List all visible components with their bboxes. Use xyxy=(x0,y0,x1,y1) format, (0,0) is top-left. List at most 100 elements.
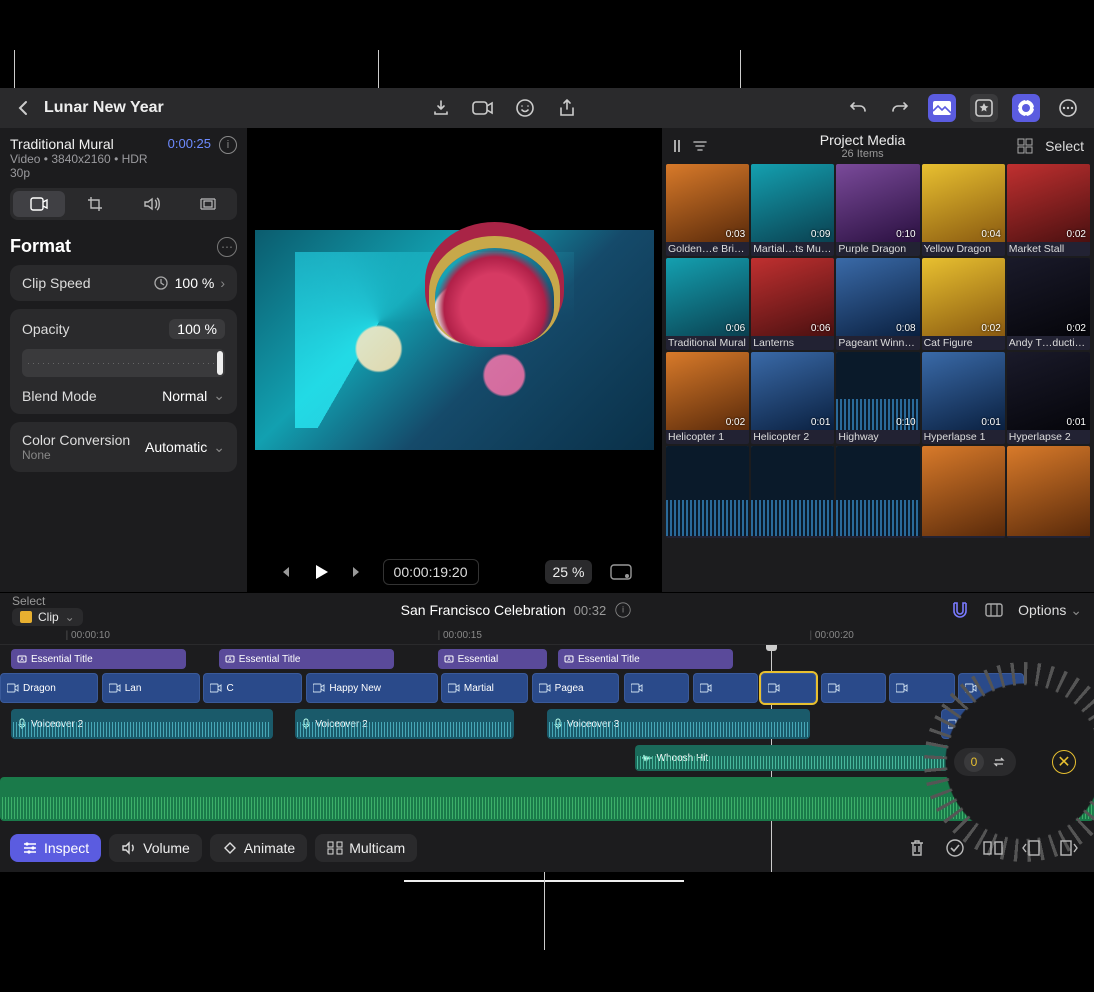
tab-crop[interactable] xyxy=(69,191,121,217)
prev-frame-button[interactable] xyxy=(277,564,293,580)
voiceover-icon[interactable] xyxy=(511,94,539,122)
jog-close-button[interactable]: ✕ xyxy=(1052,750,1076,774)
magnetic-icon[interactable] xyxy=(950,601,970,619)
chevron-right-icon: › xyxy=(220,275,225,291)
jog-toggle-icon[interactable] xyxy=(1012,94,1040,122)
snapping-icon[interactable] xyxy=(984,602,1004,618)
view-options-icon[interactable] xyxy=(610,564,632,580)
effects-icon[interactable] xyxy=(970,94,998,122)
timeline-clip[interactable]: Pagea xyxy=(532,673,620,703)
callout-line xyxy=(14,50,15,92)
more-icon[interactable] xyxy=(1054,94,1082,122)
media-thumbnail[interactable] xyxy=(1007,446,1090,538)
camera-icon[interactable] xyxy=(469,94,497,122)
thumb-duration: 0:02 xyxy=(981,323,1000,334)
viewer-canvas[interactable] xyxy=(255,136,654,544)
app-frame: Lunar New Year Traditional Mural Video •… xyxy=(0,88,1094,872)
ruler-tick: | 00:00:15 xyxy=(438,630,482,641)
opacity-value[interactable]: 100 % xyxy=(177,321,217,337)
media-thumbnail[interactable]: 0:01Helicopter 2 xyxy=(751,352,834,444)
timeline-clip[interactable]: C xyxy=(203,673,301,703)
media-thumbnail[interactable]: 0:04Yellow Dragon xyxy=(922,164,1005,256)
thumb-duration: 0:08 xyxy=(896,323,915,334)
media-thumbnail[interactable]: 0:09Martial…ts Mural xyxy=(751,164,834,256)
timeline-clip[interactable]: AEssential Title xyxy=(558,649,733,669)
thumb-caption: Market Stall xyxy=(1007,242,1090,256)
options-button[interactable]: Options ⌄ xyxy=(1018,602,1082,619)
media-thumbnail[interactable]: 0:01Hyperlapse 1 xyxy=(922,352,1005,444)
inspect-button[interactable]: Inspect xyxy=(10,834,101,862)
next-frame-button[interactable] xyxy=(349,564,365,580)
selection-chip[interactable]: Clip ⌄ xyxy=(12,608,83,626)
trim-end-icon[interactable] xyxy=(1054,833,1084,863)
media-thumbnail[interactable]: 0:02Helicopter 1 xyxy=(666,352,749,444)
browser-toggle-icon[interactable] xyxy=(928,94,956,122)
play-button[interactable] xyxy=(311,562,331,582)
media-thumbnail[interactable]: 0:03Golden…e Bridge xyxy=(666,164,749,256)
timeline-clip[interactable] xyxy=(693,673,759,703)
thumb-duration: 0:01 xyxy=(981,417,1000,428)
select-button[interactable]: Select xyxy=(1045,138,1084,154)
thumb-caption: Pageant Winners xyxy=(836,336,919,350)
media-thumbnail[interactable]: 0:10Highway xyxy=(836,352,919,444)
grid-view-icon[interactable] xyxy=(1017,138,1033,154)
media-thumbnail[interactable]: 0:10Purple Dragon xyxy=(836,164,919,256)
trim-start-icon[interactable] xyxy=(1016,833,1046,863)
thumb-duration: 0:02 xyxy=(1067,323,1086,334)
timeline-clip[interactable]: Happy New xyxy=(306,673,437,703)
import-icon[interactable] xyxy=(427,94,455,122)
timeline-clip[interactable]: AEssential Title xyxy=(219,649,394,669)
timeline-clip[interactable] xyxy=(624,673,690,703)
panel-more-icon[interactable]: ⋯ xyxy=(217,237,237,257)
media-thumbnail[interactable]: 0:02Andy T…ductions xyxy=(1007,258,1090,350)
thumb-duration: 0:06 xyxy=(811,323,830,334)
animate-button[interactable]: Animate xyxy=(210,834,307,862)
opacity-slider[interactable] xyxy=(22,349,225,377)
redo-icon[interactable] xyxy=(886,94,914,122)
media-thumbnail[interactable]: 0:01Hyperlapse 2 xyxy=(1007,352,1090,444)
inspect-label: Inspect xyxy=(44,840,89,856)
info-icon[interactable]: i xyxy=(616,602,631,617)
swap-icon xyxy=(992,755,1006,769)
filmstrip-toggle-icon[interactable] xyxy=(672,139,682,153)
tab-info[interactable] xyxy=(182,191,234,217)
timeline-clip[interactable] xyxy=(821,673,887,703)
media-thumbnail[interactable]: 0:06Traditional Mural xyxy=(666,258,749,350)
multicam-button[interactable]: Multicam xyxy=(315,834,417,862)
filter-icon[interactable] xyxy=(692,139,708,153)
volume-button[interactable]: Volume xyxy=(109,834,202,862)
timeline-clip[interactable]: AEssential Title xyxy=(11,649,186,669)
split-icon[interactable] xyxy=(978,833,1008,863)
browser-panel: Project Media 26 Items Select 0:03Golden… xyxy=(662,128,1094,592)
keyframe-icon xyxy=(222,841,238,855)
color-sub: None xyxy=(22,448,130,462)
media-thumbnail[interactable] xyxy=(836,446,919,538)
timeline-clip[interactable]: AEssential xyxy=(438,649,547,669)
media-thumbnail[interactable] xyxy=(751,446,834,538)
back-button[interactable] xyxy=(12,97,34,119)
media-thumbnail[interactable]: 0:02Market Stall xyxy=(1007,164,1090,256)
tab-video[interactable] xyxy=(13,191,65,217)
timeline-clip[interactable] xyxy=(761,673,816,703)
enable-icon[interactable] xyxy=(940,833,970,863)
blend-value[interactable]: Normal xyxy=(162,388,207,404)
share-icon[interactable] xyxy=(553,94,581,122)
timeline-clip[interactable]: Martial xyxy=(441,673,529,703)
tab-audio[interactable] xyxy=(126,191,178,217)
info-icon[interactable]: i xyxy=(219,136,237,154)
media-thumbnail[interactable]: 0:06Lanterns xyxy=(751,258,834,350)
zoom-value[interactable]: 25 % xyxy=(545,560,593,584)
timecode-display[interactable]: 00:00:19:20 xyxy=(383,559,479,585)
timeline-clip[interactable]: Lan xyxy=(102,673,200,703)
delete-icon[interactable] xyxy=(902,833,932,863)
timeline-ruler[interactable]: | 00:00:10| 00:00:15| 00:00:20 xyxy=(0,627,1094,645)
media-thumbnail[interactable]: 0:02Cat Figure xyxy=(922,258,1005,350)
clip-speed-row[interactable]: Clip Speed 100 % › xyxy=(10,265,237,301)
undo-icon[interactable] xyxy=(844,94,872,122)
timeline-clip[interactable]: Dragon xyxy=(0,673,98,703)
media-thumbnail[interactable] xyxy=(666,446,749,538)
media-thumbnail[interactable]: 0:08 Pageant Winners xyxy=(836,258,919,350)
color-conversion-row[interactable]: Color Conversion None Automatic ⌄ xyxy=(10,422,237,472)
color-label: Color Conversion xyxy=(22,432,130,448)
media-thumbnail[interactable] xyxy=(922,446,1005,538)
